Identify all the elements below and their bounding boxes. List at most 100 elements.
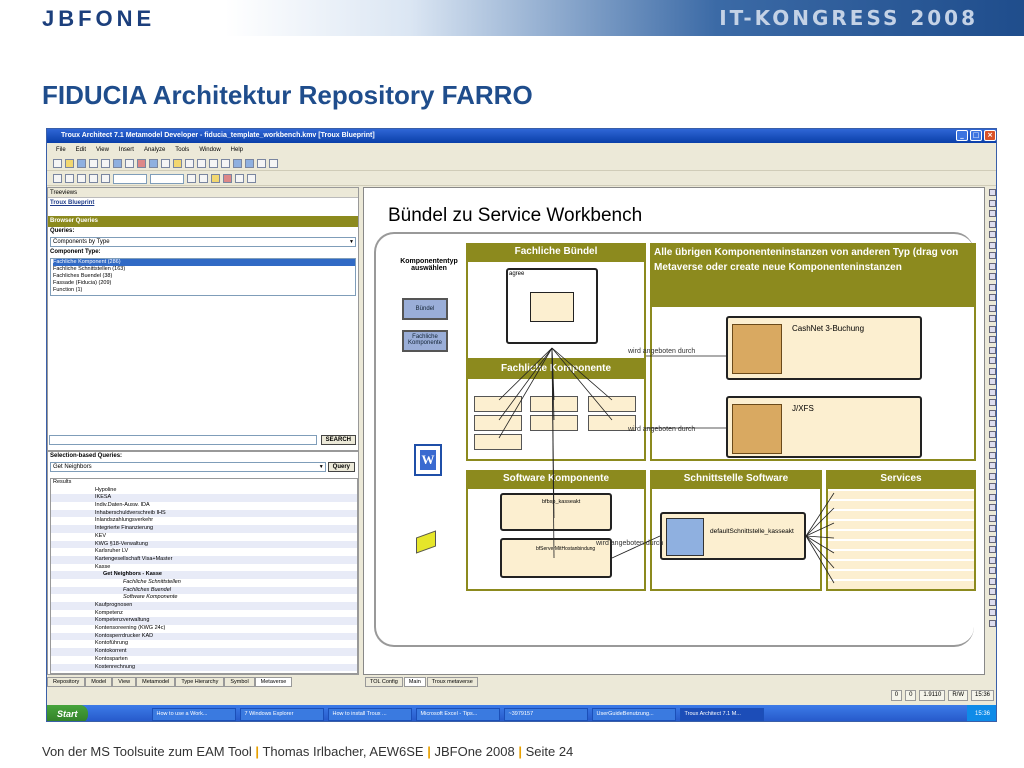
palette-icon[interactable] (989, 283, 996, 291)
zoom-out-icon[interactable] (245, 159, 254, 168)
palette-icon[interactable] (989, 525, 996, 532)
menu-insert[interactable]: Insert (114, 147, 139, 153)
component-type-list[interactable]: Fachliche Komponent (286) Fachliche Schn… (50, 258, 356, 296)
bold-icon[interactable] (187, 174, 196, 183)
tree-item[interactable]: Kartengesellschaft Visa+Master (51, 555, 357, 564)
new-icon[interactable] (53, 159, 62, 168)
tree-item[interactable]: Karlsruher LV (51, 548, 357, 556)
menu-file[interactable]: File (51, 147, 71, 153)
taskbar-item[interactable]: ~3979157 (503, 707, 588, 721)
tree-item[interactable]: IKESA (51, 494, 357, 503)
copy-icon[interactable] (197, 159, 206, 168)
diagram-canvas[interactable]: Bündel zu Service Workbench Komponentent… (363, 187, 985, 675)
lock-icon[interactable] (101, 174, 110, 183)
tab-main[interactable]: Main (403, 677, 426, 687)
tree-item[interactable]: KEV (51, 533, 357, 541)
group-icon[interactable] (247, 174, 256, 183)
palette-icon[interactable] (989, 304, 996, 312)
palette-icon[interactable] (989, 535, 996, 543)
menu-tools[interactable]: Tools (170, 147, 194, 153)
palette-icon[interactable] (989, 430, 996, 438)
tree-item[interactable]: Integrierte Finanzierung (51, 525, 357, 533)
tab-metamodel[interactable]: Metamodel (136, 677, 176, 687)
palette-icon[interactable] (989, 199, 996, 207)
tab-troux-metaverse[interactable]: Troux metaverse (426, 677, 478, 687)
menu-edit[interactable]: Edit (71, 147, 91, 153)
close-button[interactable]: × (984, 130, 996, 141)
hand-icon[interactable] (173, 159, 182, 168)
undo-icon[interactable] (221, 159, 230, 168)
list-item[interactable]: Fachliche Komponent (286) (53, 259, 355, 266)
palette-icon[interactable] (989, 504, 996, 511)
tab-view[interactable]: View (112, 677, 137, 687)
tree-item[interactable]: Inlandszahlungsverkehr (51, 517, 357, 525)
tree-item[interactable]: Fachliche Schnittstellen (51, 579, 357, 587)
tree-item[interactable]: Kontosperrdrucker KAD (51, 632, 357, 641)
table-icon[interactable] (125, 159, 134, 168)
link-icon[interactable] (161, 159, 170, 168)
menu-help[interactable]: Help (226, 147, 248, 153)
italic-icon[interactable] (199, 174, 208, 183)
tree-item[interactable]: Kompetenz (51, 610, 357, 618)
palette-icon[interactable] (989, 472, 996, 480)
tree-item[interactable]: Kontokorrent (51, 648, 357, 656)
cut-icon[interactable] (185, 159, 194, 168)
list-item[interactable]: Fachliche Schnittstellen (163) (53, 266, 355, 273)
palette-icon[interactable] (989, 420, 996, 427)
palette-icon[interactable] (989, 315, 996, 322)
taskbar-item[interactable]: How to use a Work... (151, 707, 236, 721)
fill-icon[interactable] (211, 174, 220, 183)
palette-icon[interactable] (989, 346, 996, 354)
search-button[interactable]: SEARCH (320, 435, 356, 445)
taskbar-item[interactable]: Microsoft Excel - Tips... (415, 707, 500, 721)
align-right-icon[interactable] (77, 174, 86, 183)
palette-icon[interactable] (989, 546, 996, 553)
palette-icon[interactable] (989, 367, 996, 375)
palette-icon[interactable] (989, 619, 996, 627)
list-item[interactable]: Fachliches Buendel (38) (53, 273, 355, 280)
palette-icon[interactable] (989, 189, 996, 196)
palette-icon[interactable] (989, 462, 996, 469)
palette-icon[interactable] (989, 598, 996, 606)
align-center-icon[interactable] (65, 174, 74, 183)
line-color-icon[interactable] (223, 174, 232, 183)
palette-icon[interactable] (989, 294, 996, 301)
save-icon[interactable] (77, 159, 86, 168)
maximize-button[interactable]: □ (970, 130, 982, 141)
list-item[interactable]: Fassade (Fiducia) (209) (53, 280, 355, 287)
pointer-icon[interactable] (149, 159, 158, 168)
palette-icon[interactable] (989, 577, 996, 585)
blueprint-link[interactable]: Troux Blueprint (48, 198, 358, 208)
palette-icon[interactable] (989, 451, 996, 459)
palette-icon[interactable] (989, 252, 996, 259)
selection-dropdown[interactable]: Get Neighbors (50, 462, 326, 472)
queries-dropdown[interactable]: Components by Type (50, 237, 356, 247)
query-button[interactable]: Query (327, 462, 355, 472)
tab-tol-config[interactable]: TOL Config (365, 677, 403, 687)
zoom-in-icon[interactable] (233, 159, 242, 168)
align-left-icon[interactable] (53, 174, 62, 183)
start-button[interactable]: Start (47, 705, 88, 721)
distribute-icon[interactable] (89, 174, 98, 183)
tree-item[interactable]: Fachliches Buendel (51, 586, 357, 595)
palette-icon[interactable] (989, 567, 996, 574)
palette-icon[interactable] (989, 483, 996, 490)
tab-type-hierarchy[interactable]: Type Hierarchy (175, 677, 225, 687)
palette-icon[interactable] (989, 241, 996, 249)
palette-icon[interactable] (989, 409, 996, 417)
paste-icon[interactable] (209, 159, 218, 168)
palette-icon[interactable] (989, 336, 996, 343)
tree-item[interactable]: Kontosparten (51, 656, 357, 664)
tab-model[interactable]: Model (85, 677, 113, 687)
palette-icon[interactable] (989, 588, 996, 595)
palette-icon[interactable] (989, 441, 996, 448)
menu-view[interactable]: View (91, 147, 114, 153)
palette-icon[interactable] (989, 273, 996, 280)
palette-icon[interactable] (989, 220, 996, 228)
tree-item[interactable]: Kontensoreening (KWG 24c) (51, 625, 357, 633)
tree-item[interactable]: Kaufprognosen (51, 602, 357, 610)
tree-item[interactable]: Kostenrechnung (51, 663, 357, 672)
search-input[interactable] (49, 435, 317, 445)
size-select[interactable] (150, 173, 184, 184)
palette-icon[interactable] (989, 378, 996, 385)
